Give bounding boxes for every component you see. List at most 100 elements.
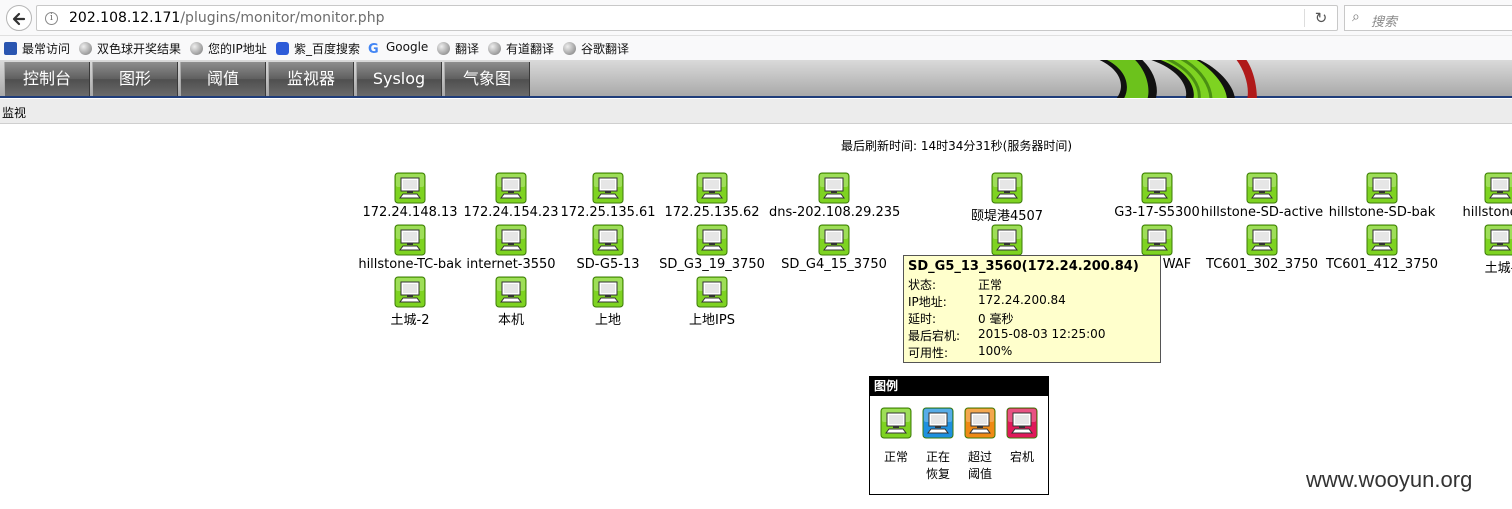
monitor-icon	[1366, 172, 1398, 204]
monitor-icon	[880, 407, 912, 439]
back-arrow-icon	[12, 12, 26, 26]
device-tooltip: SD_G5_13_3560(172.24.200.84) 状态: 正常 IP地址:…	[903, 255, 1161, 363]
bookmark-item[interactable]: 紫_百度搜索	[276, 40, 360, 56]
address-bar[interactable]: i 202.108.12.171/plugins/monitor/monitor…	[36, 5, 1338, 31]
monitor-icon	[991, 224, 1023, 256]
tooltip-row-status: 状态: 正常	[908, 278, 1003, 292]
main-nav: 控制台 图形 阈值 监视器 Syslog 气象图	[0, 60, 1512, 98]
last-refresh-time: 最后刷新时间: 14时34分31秒(服务器时间)	[841, 139, 1073, 153]
globe-icon	[79, 42, 92, 55]
device-label: SD_G4_15_3750	[781, 257, 887, 272]
device-label: 上地IPS	[689, 313, 735, 328]
tooltip-row-ip: IP地址: 172.24.200.84	[908, 293, 1066, 309]
bookmark-item[interactable]: 双色球开奖结果	[79, 40, 181, 56]
browser-toolbar: i 202.108.12.171/plugins/monitor/monitor…	[0, 0, 1512, 36]
monitor-icon	[592, 172, 624, 204]
device-label: TC601_302_3750	[1206, 257, 1318, 272]
tab-syslog[interactable]: Syslog	[356, 62, 442, 96]
bookmark-google[interactable]: G Google	[368, 40, 428, 56]
monitor-icon	[991, 172, 1023, 204]
monitor-icon	[1246, 224, 1278, 256]
bookmark-most-visited[interactable]: 最常访问	[4, 40, 70, 56]
legend-item: 正在 恢复	[918, 407, 958, 483]
device-node[interactable]: SD_G4_15_3750	[769, 224, 899, 272]
device-label: hillstone-SD-bak	[1328, 205, 1436, 220]
back-button[interactable]	[6, 5, 32, 31]
monitor-icon	[1141, 172, 1173, 204]
monitor-icon	[1484, 224, 1512, 256]
device-node[interactable]: hillstone-SD-active	[1197, 172, 1327, 220]
monitor-icon	[1006, 407, 1038, 439]
monitor-icon	[592, 224, 624, 256]
legend-item: 宕机	[1002, 407, 1042, 466]
tab-thresholds[interactable]: 阈值	[180, 62, 266, 96]
monitor-icon	[696, 224, 728, 256]
monitor-icon	[696, 276, 728, 308]
device-node[interactable]: hillstone-TC	[1435, 172, 1512, 220]
monitor-icon	[1141, 224, 1173, 256]
info-icon[interactable]: i	[45, 12, 58, 25]
monitor-icon	[592, 276, 624, 308]
bookmark-folder-icon	[4, 42, 17, 55]
legend-label: 宕机	[1009, 450, 1034, 464]
legend-label: 超过 阈值	[967, 450, 992, 481]
device-label: hillstone-TC	[1462, 205, 1512, 220]
globe-icon	[488, 42, 501, 55]
breadcrumb: 监视	[0, 99, 1512, 124]
legend-item: 正常	[876, 407, 916, 466]
bookmark-item[interactable]: 翻译	[437, 40, 479, 56]
globe-icon	[437, 42, 450, 55]
tooltip-row-latency: 延时: 0 毫秒	[908, 312, 1014, 326]
tab-monitor[interactable]: 监视器	[268, 62, 354, 96]
tooltip-row-availability: 可用性: 100%	[908, 344, 1013, 360]
legend: 图例 正常 正在 恢复 超过 阈值 宕机	[869, 376, 1049, 495]
device-node[interactable]: SD_G3_19_3750	[647, 224, 777, 272]
search-icon: ⌕	[1352, 9, 1360, 25]
monitor-icon	[964, 407, 996, 439]
cactus-logo-icon	[1099, 60, 1257, 98]
device-node[interactable]: 172.25.135.62	[647, 172, 777, 220]
tab-weathermap[interactable]: 气象图	[444, 62, 530, 96]
monitor-icon	[696, 172, 728, 204]
device-node[interactable]: 颐堤港4507	[942, 172, 1072, 224]
globe-icon	[190, 42, 203, 55]
globe-icon	[563, 42, 576, 55]
device-node[interactable]: 土城-	[1435, 224, 1512, 276]
device-node[interactable]: dns-202.108.29.235	[769, 172, 901, 220]
device-node[interactable]: hillstone-SD-bak	[1317, 172, 1447, 220]
search-placeholder: 搜索	[1371, 15, 1398, 30]
monitor-icon	[1246, 172, 1278, 204]
legend-label: 正在 恢复	[925, 450, 950, 481]
tooltip-row-last-down: 最后宕机: 2015-08-03 12:25:00	[908, 327, 1106, 343]
device-node[interactable]: 上地IPS	[647, 276, 777, 328]
monitor-icon	[922, 407, 954, 439]
device-node[interactable]	[942, 224, 1072, 256]
monitor-icon	[495, 172, 527, 204]
monitor-icon	[394, 224, 426, 256]
search-input[interactable]: ⌕ 搜索	[1344, 5, 1512, 31]
monitor-icon	[1484, 172, 1512, 204]
legend-label: 正常	[883, 450, 908, 464]
monitor-icon	[1366, 224, 1398, 256]
baidu-icon	[276, 42, 289, 55]
bookmark-item[interactable]: 您的IP地址	[190, 40, 267, 56]
device-node[interactable]: TC601_412_3750	[1317, 224, 1447, 272]
google-icon: G	[368, 42, 379, 57]
device-node[interactable]: TC601_302_3750	[1197, 224, 1327, 272]
monitor-icon	[495, 276, 527, 308]
monitor-icon	[495, 224, 527, 256]
device-label: SD_G3_19_3750	[659, 257, 765, 272]
monitor-icon	[394, 276, 426, 308]
bookmark-item[interactable]: 有道翻译	[488, 40, 554, 56]
monitor-icon	[394, 172, 426, 204]
bookmark-item[interactable]: 谷歌翻译	[563, 40, 629, 56]
page-title: 监视	[2, 106, 27, 120]
tab-console[interactable]: 控制台	[4, 62, 90, 96]
monitor-icon	[818, 224, 850, 256]
tooltip-title: SD_G5_13_3560(172.24.200.84)	[908, 259, 1139, 274]
tab-graphs[interactable]: 图形	[92, 62, 178, 96]
device-label: hillstone-SD-active	[1200, 205, 1324, 220]
reload-icon[interactable]: ↻	[1311, 8, 1331, 28]
legend-title: 图例	[870, 377, 1048, 396]
device-label: dns-202.108.29.235	[769, 205, 901, 220]
